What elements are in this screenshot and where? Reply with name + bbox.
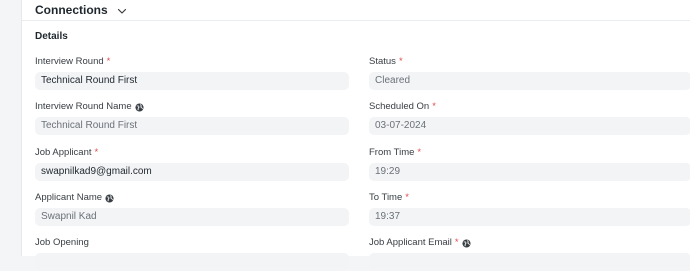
field-applicant-name: Applicant Name Swapnil Kad [35,192,349,226]
required-marker: * [106,56,111,67]
from-time-input[interactable]: 19:29 [369,163,690,181]
field-label: Job Applicant [35,147,92,158]
required-marker: * [405,192,409,203]
required-marker: * [398,56,403,67]
required-marker: * [94,147,99,158]
field-label: Job Opening [35,237,89,248]
field-job-applicant: Job Applicant * swapnilkad9@gmail.com [35,147,349,181]
scheduled-on-input[interactable]: 03-07-2024 [369,117,690,135]
field-label: Interview Round [35,56,104,67]
globe-icon [462,238,471,248]
interview-round-input[interactable]: Technical Round First [35,72,349,90]
interview-round-name-input[interactable]: Technical Round First [35,117,349,135]
field-label: To Time [369,192,403,203]
connections-section-toggle[interactable]: Connections [35,0,128,20]
field-job-opening: Job Opening [35,237,349,271]
field-label: Job Applicant Email [369,237,452,248]
field-from-time: From Time * 19:29 [369,147,690,181]
field-label: From Time [369,147,415,158]
applicant-name-input[interactable]: Swapnil Kad [35,208,349,226]
connections-label: Connections [35,3,108,17]
field-job-applicant-email: Job Applicant Email * [369,237,690,271]
job-applicant-input[interactable]: swapnilkad9@gmail.com [35,163,349,181]
field-interview-round-name: Interview Round Name Technical Round Fir… [35,101,349,135]
field-label: Status [369,56,396,67]
globe-icon [135,102,144,112]
field-status: Status * Cleared [369,56,690,90]
globe-icon [105,193,114,203]
chevron-down-icon [116,5,128,17]
section-divider [22,20,690,21]
status-select[interactable]: Cleared [369,72,690,90]
field-scheduled-on: Scheduled On * 03-07-2024 [369,101,690,135]
required-marker: * [454,237,459,248]
required-marker: * [432,101,436,112]
form-card: Connections Details Interview Round * Te… [21,0,690,271]
to-time-input[interactable]: 19:37 [369,208,690,226]
field-label: Applicant Name [35,192,103,203]
details-title: Details [35,31,68,42]
required-marker: * [417,147,422,158]
field-label: Interview Round Name [35,101,132,112]
field-interview-round: Interview Round * Technical Round First [35,56,349,90]
field-label: Scheduled On [369,101,430,112]
field-to-time: To Time * 19:37 [369,192,690,226]
